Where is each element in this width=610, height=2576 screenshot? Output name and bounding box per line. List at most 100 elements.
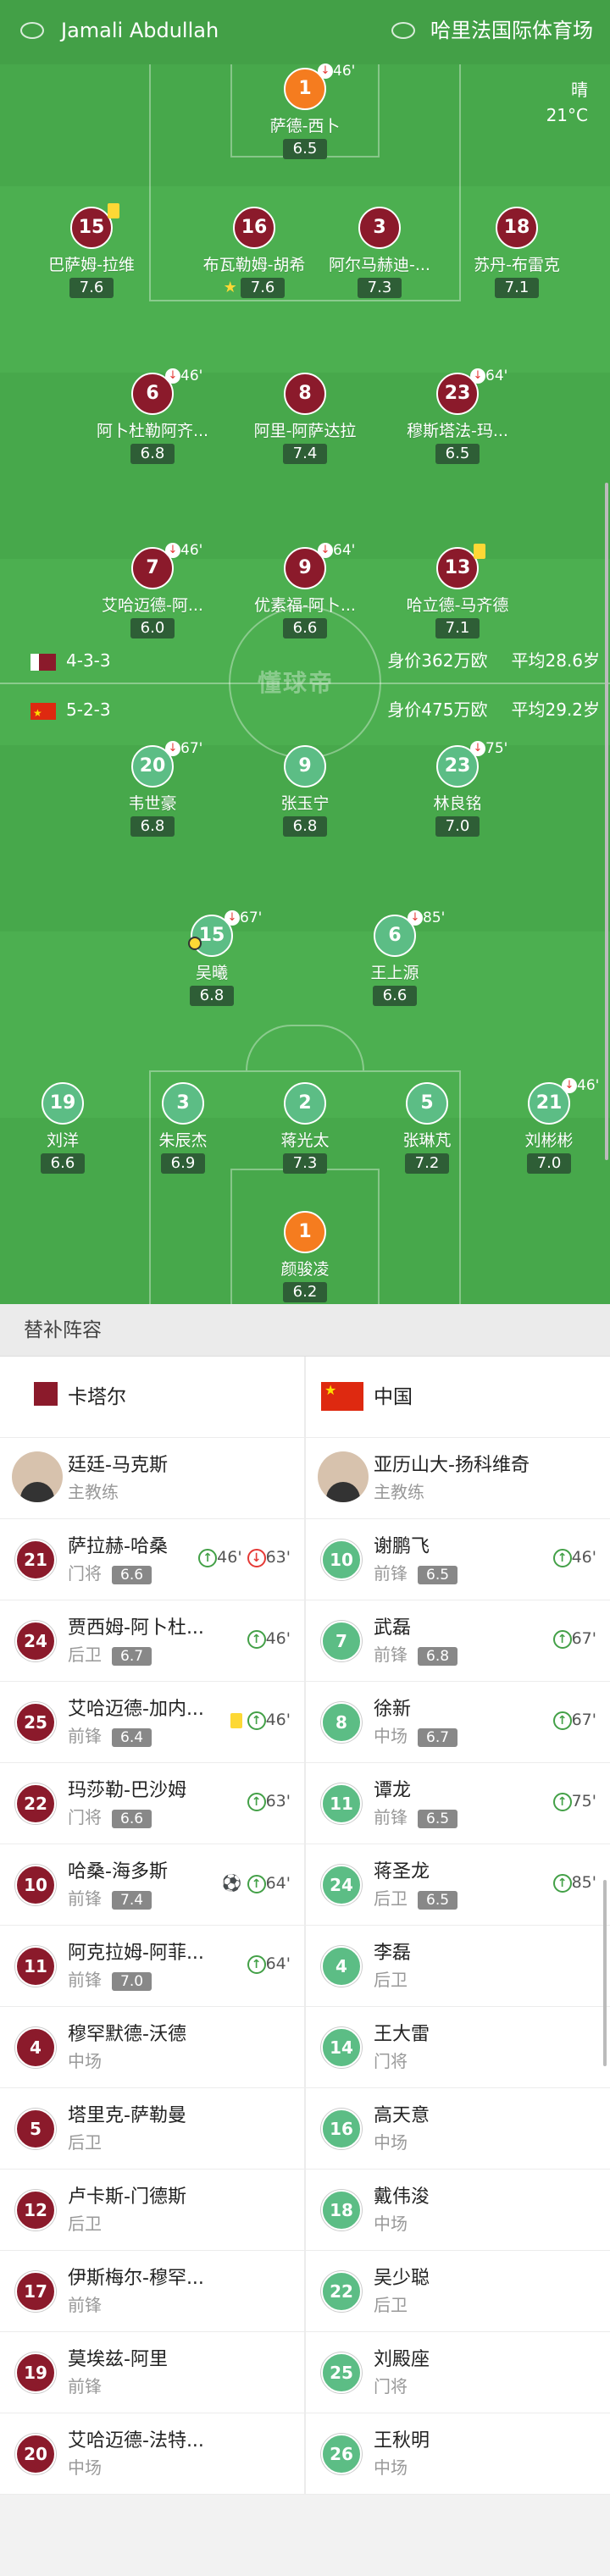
sub-row: 17 伊斯梅尔-穆罕... 前锋 22 吴少聪 后卫 [0, 2251, 610, 2332]
subs-scrollbar[interactable] [603, 1880, 607, 2066]
sub-row: 5 塔里克-萨勒曼 后卫 16 高天意 中场 [0, 2088, 610, 2170]
player-events: ↑ 46' [552, 1548, 596, 1567]
player-position: 后卫 [68, 2132, 102, 2153]
china-player[interactable]: 21 ↓ 46' 刘彬彬 7.0 [456, 1077, 610, 1174]
china-flag-icon [321, 1382, 363, 1411]
china-sub-player[interactable]: 25 刘殿座 门将 [306, 2332, 610, 2413]
qatar-sub-player[interactable]: 22 玛莎勒-巴沙姆 门将 6.6 ↑ 63' [0, 1763, 304, 1844]
qatar-player[interactable]: 23 ↓ 64' 穆斯塔法-玛... 6.5 [364, 368, 551, 464]
player-rating: 7.3 [357, 278, 402, 298]
sub-in-icon: ↑ [552, 1711, 572, 1730]
player-number-badge: 9 [284, 745, 326, 788]
qatar-sub-player[interactable]: 19 莫埃兹-阿里 前锋 [0, 2332, 304, 2413]
china-meta: 身价475万欧 平均29.2岁 [387, 699, 600, 720]
coach-avatar [318, 1451, 369, 1502]
china-sub-player[interactable]: 18 戴伟浚 中场 [306, 2170, 610, 2251]
qatar-player[interactable]: 15 巴萨姆-拉维 7.6 [0, 203, 185, 298]
sub-in-icon: ↑ [247, 1711, 266, 1730]
qatar-sub-player[interactable]: 24 贾西姆-阿卜杜... 后卫 6.7 ↑ 46' [0, 1600, 304, 1682]
china-player[interactable]: 23 ↓ 75' 林良铭 7.0 [364, 740, 551, 837]
china-player[interactable]: 15 ↓ 67' 吴曦 6.8 [119, 909, 305, 1006]
player-number-badge: 5 [15, 2109, 56, 2149]
qatar-sub-player[interactable]: 11 阿克拉姆-阿菲... 前锋 7.0 ↑ 64' [0, 1926, 304, 2007]
player-name: 林良铭 [433, 794, 482, 813]
player-name: 吴曦 [195, 964, 228, 982]
qatar-player[interactable]: 1 ↓ 46' 萨德-西卜 6.5 [212, 63, 398, 159]
player-name: 刘彬彬 [524, 1131, 574, 1150]
sub-off-indicator: ↓ 46' [562, 1077, 599, 1094]
qatar-sub-player[interactable]: 5 塔里克-萨勒曼 后卫 [0, 2088, 304, 2170]
sub-down-icon: ↓ [408, 910, 423, 926]
player-rating: 6.5 [282, 139, 328, 159]
player-number-badge: 18 [321, 2190, 362, 2231]
sub-off-indicator: ↓ 64' [470, 368, 507, 384]
qatar-player[interactable]: 18 苏丹-布雷克 7.1 [424, 207, 610, 298]
player-position: 前锋 6.5 [374, 1805, 458, 1829]
player-number-badge: 17 [15, 2271, 56, 2312]
qatar-sub-player[interactable]: 25 艾哈迈德-加内... 前锋 6.4 ↑ 46' [0, 1682, 304, 1763]
player-rating: 6.5 [418, 1890, 458, 1910]
temperature-text: 21°C [546, 105, 588, 125]
qatar-coach[interactable]: 廷廷-马克斯 主教练 [0, 1438, 304, 1519]
player-number-badge: 24 [15, 1621, 56, 1661]
sub-down-icon: ↓ [225, 910, 240, 926]
sub-row: 10 哈桑-海多斯 前锋 7.4 ⚽ ↑ 64' 24 蒋圣龙 后卫 6.5 ↑ 85' [0, 1844, 610, 1926]
player-rating: 7.1 [494, 278, 540, 298]
china-sub-player[interactable]: 26 王秋明 中场 [306, 2413, 610, 2495]
player-rating: 6.8 [282, 816, 328, 837]
china-sub-player[interactable]: 24 蒋圣龙 后卫 6.5 ↑ 85' [306, 1844, 610, 1926]
china-sub-player[interactable]: 14 王大雷 门将 [306, 2007, 610, 2088]
player-name: 吴少聪 [374, 2268, 430, 2289]
qatar-sub-player[interactable]: 21 萨拉赫-哈桑 门将 6.6 ↑ 46' ↓ 63' [0, 1519, 304, 1600]
qatar-sub-player[interactable]: 20 艾哈迈德-法特... 中场 [0, 2413, 304, 2495]
china-sub-player[interactable]: 10 谢鹏飞 前锋 6.5 ↑ 46' [306, 1519, 610, 1600]
qatar-player[interactable]: 13 哈立德-马齐德 7.1 [364, 544, 551, 638]
player-name: 卢卡斯-门德斯 [68, 2186, 186, 2208]
player-position: 中场 [374, 2132, 408, 2153]
player-rating: 6.5 [418, 1565, 458, 1584]
player-number-badge: 21 [15, 1540, 56, 1580]
qatar-sub-player[interactable]: 10 哈桑-海多斯 前锋 7.4 ⚽ ↑ 64' [0, 1844, 304, 1926]
china-coach[interactable]: 亚历山大-扬科维奇 主教练 [306, 1438, 610, 1519]
player-name: 王大雷 [374, 2024, 430, 2045]
player-rating: 6.6 [282, 618, 328, 638]
player-rating: 7.6 [240, 278, 286, 298]
china-player[interactable]: 1 颜骏凌 6.2 [212, 1211, 398, 1302]
player-rating: 6.6 [112, 1565, 152, 1584]
china-player[interactable]: 6 ↓ 85' 王上源 6.6 [302, 909, 488, 1006]
player-rating: 6.2 [282, 1282, 328, 1302]
venue-name: 哈里法国际体育场 [430, 19, 593, 42]
player-position: 后卫 [68, 2214, 102, 2234]
scrollbar[interactable] [605, 483, 608, 1160]
china-sub-player[interactable]: 8 徐新 中场 6.7 ↑ 67' [306, 1682, 610, 1763]
player-rating: 7.3 [282, 1153, 328, 1174]
player-name: 莫埃兹-阿里 [68, 2349, 168, 2370]
player-rating: 6.5 [418, 1809, 458, 1828]
china-name: 中国 [374, 1386, 413, 1408]
china-flag-icon [30, 701, 56, 725]
player-rating: 6.8 [189, 986, 235, 1006]
player-number-badge: 16 [321, 2109, 362, 2149]
china-sub-player[interactable]: 16 高天意 中场 [306, 2088, 610, 2170]
china-sub-player[interactable]: 11 谭龙 前锋 6.5 ↑ 75' [306, 1763, 610, 1844]
qatar-team[interactable]: 卡塔尔 [0, 1357, 304, 1438]
qatar-sub-player[interactable]: 17 伊斯梅尔-穆罕... 前锋 [0, 2251, 304, 2332]
china-team[interactable]: 中国 [306, 1357, 610, 1438]
player-name: 蒋圣龙 [374, 1861, 430, 1882]
player-position: 后卫 6.5 [374, 1887, 458, 1910]
china-sub-player[interactable]: 22 吴少聪 后卫 [306, 2251, 610, 2332]
player-number-badge: 11 [321, 1783, 362, 1824]
sub-in-icon: ↑ [198, 1548, 218, 1567]
china-sub-player[interactable]: 7 武磊 前锋 6.8 ↑ 67' [306, 1600, 610, 1682]
sub-in-icon: ↑ [552, 1873, 572, 1893]
qatar-sub-player[interactable]: 4 穆罕默德-沃德 中场 [0, 2007, 304, 2088]
player-name: 阿克拉姆-阿菲... [68, 1943, 204, 1964]
player-name: 穆罕默德-沃德 [68, 2024, 186, 2045]
player-position: 前锋 [68, 2376, 102, 2396]
china-sub-player[interactable]: 4 李磊 后卫 [306, 1926, 610, 2007]
qatar-sub-player[interactable]: 12 卢卡斯-门德斯 后卫 [0, 2170, 304, 2251]
player-number-badge: 22 [15, 1783, 56, 1824]
player-number-badge: 16 [233, 207, 275, 249]
player-number-badge: 26 [321, 2434, 362, 2474]
player-rating: 7.4 [112, 1890, 152, 1910]
